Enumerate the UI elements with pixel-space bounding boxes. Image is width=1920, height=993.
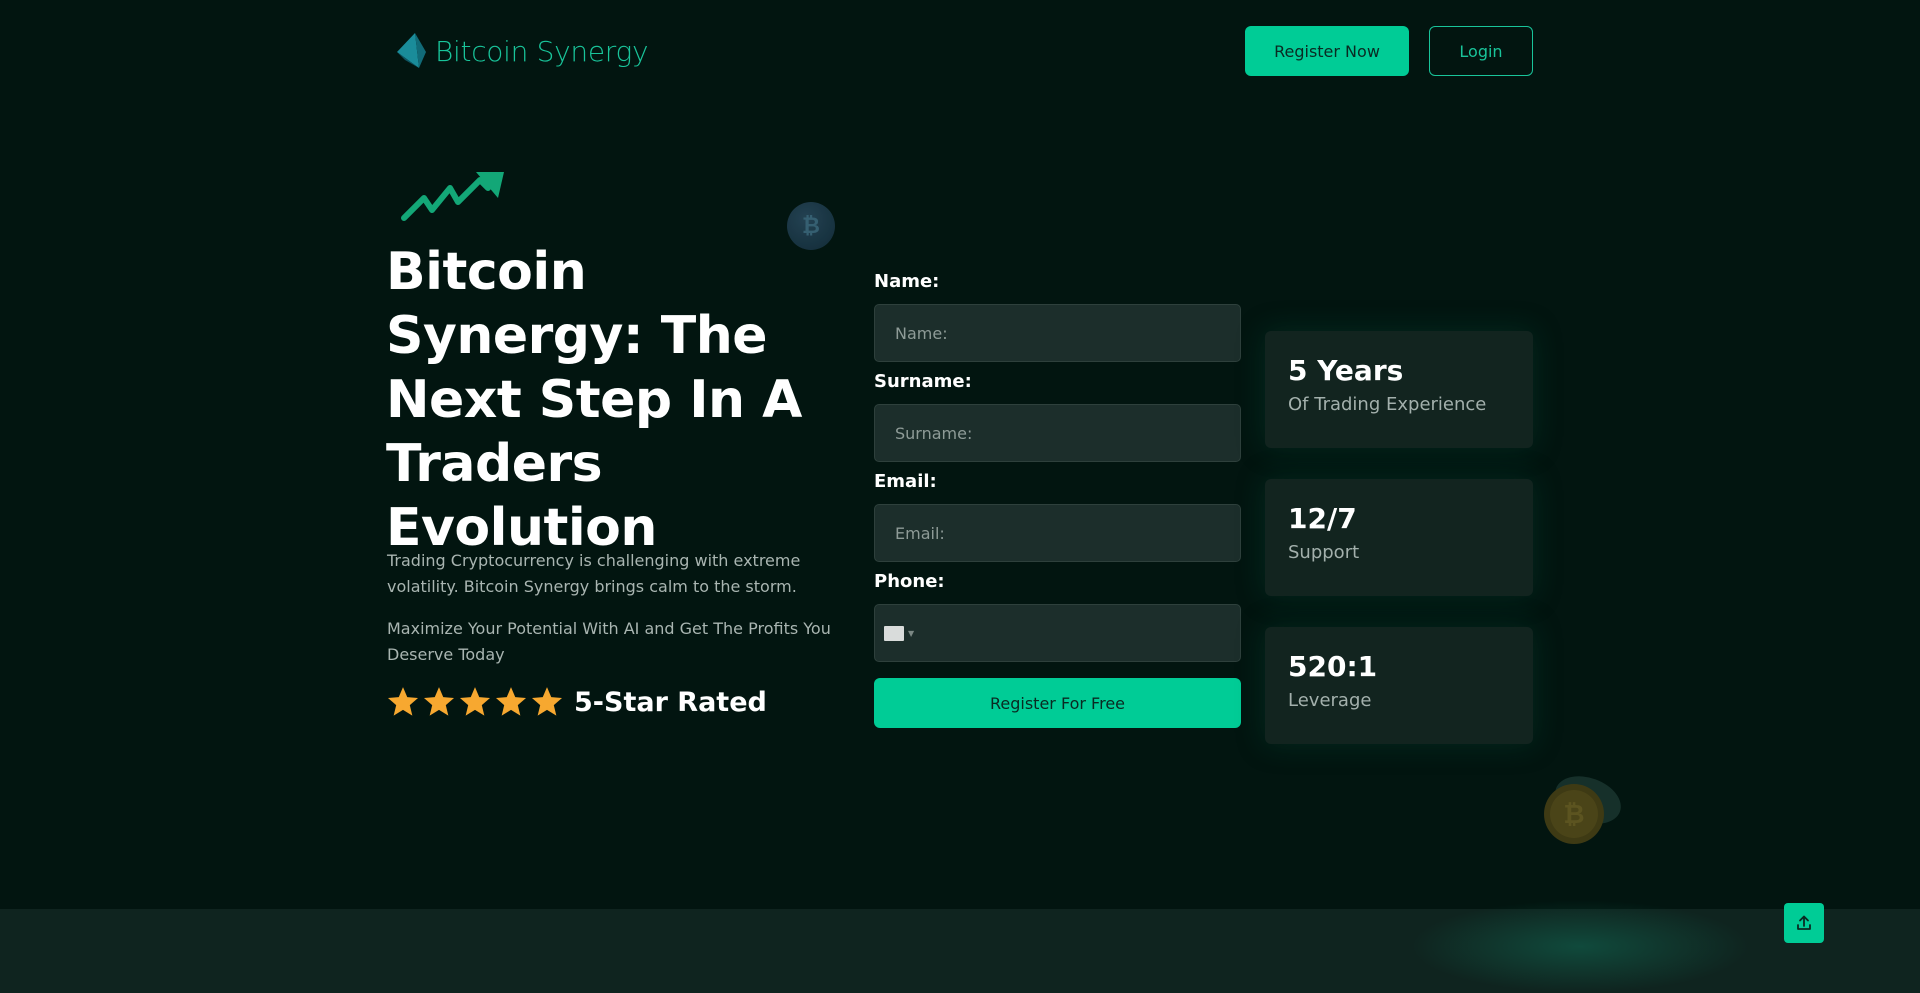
login-button[interactable]: Login [1429, 26, 1533, 76]
logo[interactable]: Bitcoin Synergy [393, 27, 649, 75]
email-label: Email: [874, 471, 937, 492]
surname-label: Surname: [874, 371, 972, 392]
star-icon [423, 687, 455, 716]
register-for-free-button[interactable]: Register For Free [874, 678, 1241, 728]
phone-field[interactable]: ▼ [874, 604, 1241, 662]
stat-value: 520:1 [1288, 650, 1378, 683]
stat-label: Leverage [1288, 690, 1372, 711]
hero-title: Bitcoin Synergy: The Next Step In A Trad… [386, 242, 802, 558]
footer-glow-decoration [1410, 900, 1750, 993]
upload-arrow-icon [1797, 915, 1811, 930]
registration-form: Name: Surname: Email: Phone: ▼ Register … [874, 270, 1241, 728]
email-field[interactable] [874, 504, 1241, 562]
star-icon [495, 687, 527, 716]
svg-text:₿: ₿ [1563, 800, 1584, 830]
scroll-to-top-button[interactable] [1784, 903, 1824, 943]
logo-icon [397, 33, 426, 68]
star-icon [387, 687, 419, 716]
stat-value: 12/7 [1288, 502, 1357, 535]
flag-icon[interactable] [884, 625, 904, 641]
trend-arrow-icon [401, 172, 504, 221]
stat-card-support: 12/7 Support [1265, 479, 1533, 596]
surname-field[interactable] [874, 404, 1241, 462]
rating: 5-Star Rated [386, 682, 767, 722]
star-icon [459, 687, 491, 716]
name-field[interactable] [874, 304, 1241, 362]
stat-card-leverage: 520:1 Leverage [1265, 627, 1533, 744]
logo-text: Bitcoin Synergy [435, 34, 649, 68]
rating-label: 5-Star Rated [574, 686, 767, 718]
stat-label: Of Trading Experience [1288, 394, 1487, 415]
register-now-button[interactable]: Register Now [1245, 26, 1409, 76]
hero-subdescription: Maximize Your Potential With AI and Get … [387, 619, 831, 664]
hero-description: Trading Cryptocurrency is challenging wi… [387, 551, 801, 596]
bitcoin-coin-icon: ₿ [1544, 776, 1621, 844]
stat-value: 5 Years [1288, 354, 1404, 387]
phone-number-input[interactable] [914, 605, 1231, 661]
name-label: Name: [874, 271, 940, 292]
stat-label: Support [1288, 542, 1360, 563]
phone-label: Phone: [874, 571, 945, 592]
star-icon [531, 687, 563, 716]
stat-card-experience: 5 Years Of Trading Experience [1265, 331, 1533, 448]
